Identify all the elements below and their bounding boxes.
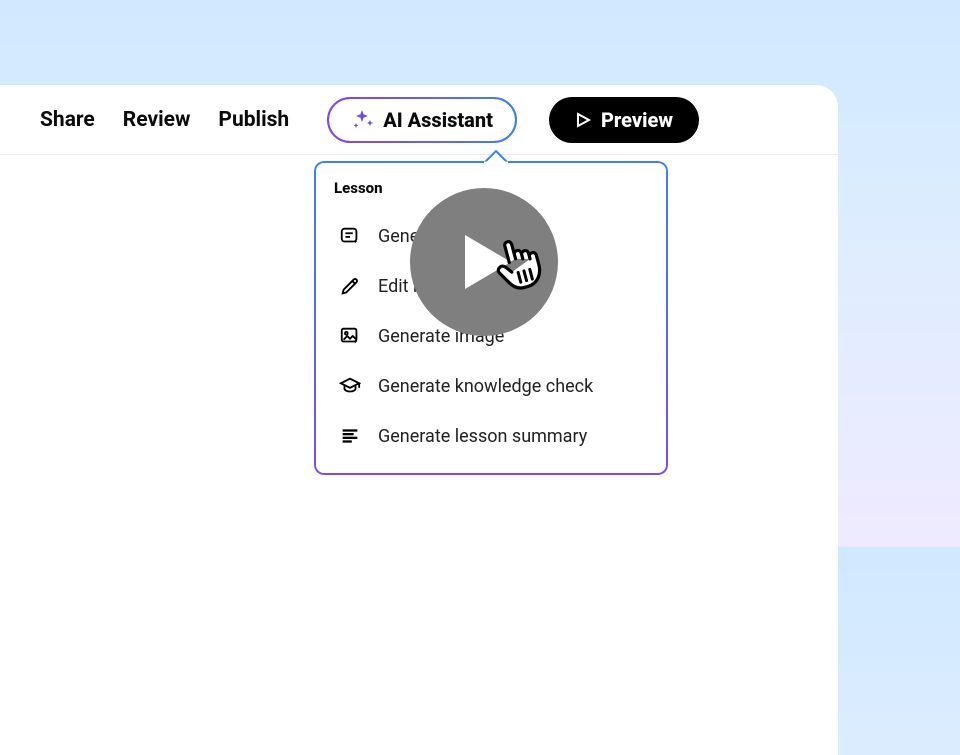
image-icon <box>338 324 362 348</box>
generate-block-icon <box>338 224 362 248</box>
share-link[interactable]: Share <box>40 108 95 132</box>
dropdown-item-generate-knowledge-check[interactable]: Generate knowledge check <box>334 361 648 411</box>
ai-assistant-button[interactable]: AI Assistant <box>327 97 517 143</box>
video-play-overlay[interactable] <box>410 188 558 336</box>
play-triangle-icon <box>465 235 511 289</box>
graduation-cap-icon <box>338 374 362 398</box>
top-toolbar: Share Review Publish AI Assistant Previe… <box>0 85 838 155</box>
publish-link[interactable]: Publish <box>218 108 289 132</box>
dropdown-item-label: Generate lesson summary <box>378 426 587 447</box>
dropdown-item-label: Generate knowledge check <box>378 376 593 397</box>
preview-label: Preview <box>601 108 673 132</box>
play-icon <box>575 112 591 128</box>
preview-button[interactable]: Preview <box>549 97 699 143</box>
dropdown-item-generate-lesson-summary[interactable]: Generate lesson summary <box>334 411 648 461</box>
pencil-icon <box>338 274 362 298</box>
summary-lines-icon <box>338 424 362 448</box>
app-window: Share Review Publish AI Assistant Previe… <box>0 85 838 755</box>
sparkle-icon <box>351 108 375 132</box>
ai-assistant-label: AI Assistant <box>383 108 493 132</box>
dropdown-pointer <box>484 149 508 163</box>
review-link[interactable]: Review <box>123 108 191 132</box>
